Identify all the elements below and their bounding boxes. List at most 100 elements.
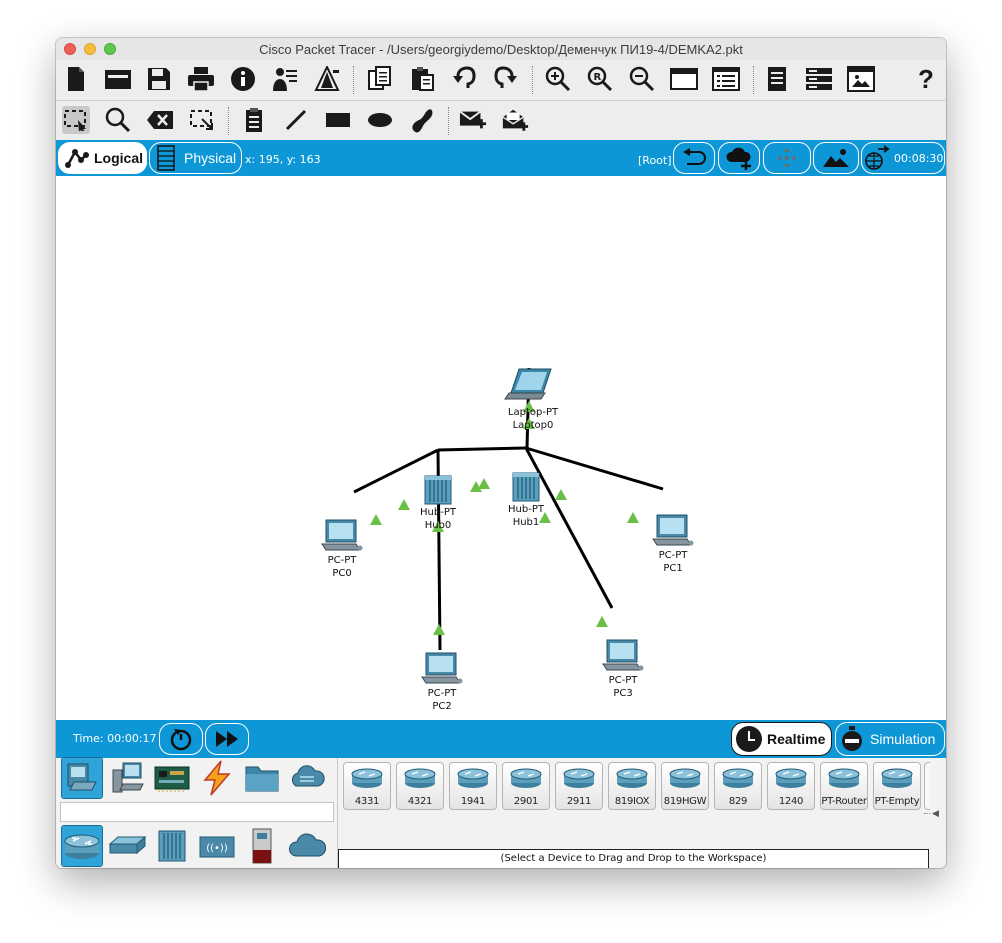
device-pc3[interactable]: PC-PT PC3 [583,638,663,700]
scroll-left-arrow-icon[interactable]: ◀ [932,808,939,819]
move-object-button[interactable] [763,142,811,174]
router-icon [510,768,542,788]
zoom-reset-icon[interactable]: R [586,65,614,93]
multiuser-icon[interactable] [287,758,327,798]
realtime-label: Realtime [767,731,826,747]
logical-workspace[interactable]: Laptop-PT Laptop0 Hub-PT Hub0 Hub-PT Hub… [56,176,946,720]
cloud-add-icon [726,147,751,170]
model-label: 1941 [460,796,486,807]
place-note-icon[interactable] [240,106,268,134]
device-model-label: Laptop-PT [507,407,559,418]
fast-forward-button[interactable] [205,723,249,755]
landscape-image-icon [823,149,849,167]
info-icon[interactable] [229,65,257,93]
redo-icon[interactable] [492,65,520,93]
add-simple-pdu-icon[interactable] [459,106,487,134]
save-icon[interactable] [145,65,173,93]
draw-line-icon[interactable] [282,106,310,134]
viewport-icon[interactable] [847,65,875,93]
draw-freeform-icon[interactable] [408,106,436,134]
connections-icon[interactable] [197,758,237,798]
wireless-devices-icon[interactable]: ((•)) [197,826,237,866]
zoom-out-icon[interactable] [628,65,656,93]
security-icon[interactable] [242,826,282,866]
draw-ellipse-icon[interactable] [366,106,394,134]
new-cluster-button[interactable] [718,142,760,174]
open-folder-icon[interactable] [104,65,132,93]
select-icon[interactable] [62,106,90,134]
back-arrow-icon [683,148,706,165]
components-icon[interactable] [152,758,192,798]
delete-icon[interactable] [146,106,174,134]
window-title: Cisco Packet Tracer - /Users/georgiydemo… [259,42,743,57]
custom-pdu-icon[interactable] [313,65,341,93]
drawing-palette-icon[interactable] [670,65,698,93]
root-breadcrumb[interactable]: [Root] [638,154,672,167]
routers-icon[interactable] [61,825,103,867]
device-model-1240[interactable]: 1240 [767,762,815,810]
tab-logical[interactable]: Logical [58,142,147,174]
device-hub1[interactable]: Hub-PT Hub1 [486,471,566,529]
custom-device-dialog-icon[interactable] [712,65,740,93]
copy-icon[interactable] [366,65,394,93]
draw-rectangle-icon[interactable] [324,106,352,134]
set-background-button[interactable] [813,142,859,174]
wan-emulation-icon[interactable] [287,826,327,866]
print-icon[interactable] [187,65,215,93]
device-pc1[interactable]: PC-PT PC1 [633,513,713,575]
miscellaneous-icon[interactable] [242,758,282,798]
device-model-1941[interactable]: 1941 [449,762,497,810]
model-label: 4321 [407,796,433,807]
device-model-pt-router[interactable]: PT-Router [820,762,868,810]
device-template-icon[interactable] [805,65,833,93]
back-button[interactable] [673,142,715,174]
add-complex-pdu-icon[interactable] [501,106,529,134]
end-devices-icon[interactable] [107,758,147,798]
hubs-icon[interactable] [152,826,192,866]
device-pc0[interactable]: PC-PT PC0 [302,518,382,580]
model-label: 4331 [354,796,380,807]
svg-text:R: R [594,72,602,83]
link-hub0-hub1[interactable] [437,446,527,452]
tab-physical-label: Physical [184,150,237,166]
device-model-label: PC-PT [427,688,457,699]
physical-rack-icon [157,145,175,171]
zoom-in-icon[interactable] [544,65,572,93]
undo-icon[interactable] [450,65,478,93]
device-model-4321[interactable]: 4321 [396,762,444,810]
device-model-label: PC-PT [327,555,357,566]
cursor-coordinates: x: 195, y: 163 [245,153,321,166]
power-cycle-icon [170,729,192,751]
model-label: 2901 [513,796,539,807]
viewport-clock-button[interactable]: 00:08:30 [861,142,945,174]
simulation-mode-button[interactable]: Simulation [835,722,945,756]
device-model-2901[interactable]: 2901 [502,762,550,810]
device-model-2911[interactable]: 2911 [555,762,603,810]
device-model-829[interactable]: 829 [714,762,762,810]
device-model-819hgw[interactable]: 819HGW [661,762,709,810]
tab-physical[interactable]: Physical [149,142,242,174]
device-laptop0[interactable]: Laptop-PT Laptop0 [493,366,573,432]
move-arrows-icon [777,148,797,168]
help-icon[interactable]: ? [912,64,940,94]
device-pc2[interactable]: PC-PT PC2 [402,651,482,713]
network-devices-icon[interactable] [61,757,103,799]
pc-icon [421,652,463,684]
device-hub0[interactable]: Hub-PT Hub0 [398,474,478,532]
notes-icon[interactable] [763,65,791,93]
router-icon [563,768,595,788]
realtime-mode-button[interactable]: Realtime [731,722,832,756]
paste-icon[interactable] [408,65,436,93]
new-file-icon[interactable] [62,65,90,93]
activity-wizard-icon[interactable] [271,65,299,93]
svg-text:((•)): ((•)) [206,843,228,854]
device-search-input[interactable] [60,802,334,822]
inspect-icon[interactable] [104,106,132,134]
device-model-pt-empty[interactable]: PT-Empty [873,762,921,810]
resize-shape-icon[interactable] [188,106,216,134]
power-cycle-button[interactable] [159,723,203,755]
model-label: PT-Router [821,796,867,807]
device-model-819iox[interactable]: 819IOX [608,762,656,810]
switches-icon[interactable] [107,826,147,866]
device-model-4331[interactable]: 4331 [343,762,391,810]
